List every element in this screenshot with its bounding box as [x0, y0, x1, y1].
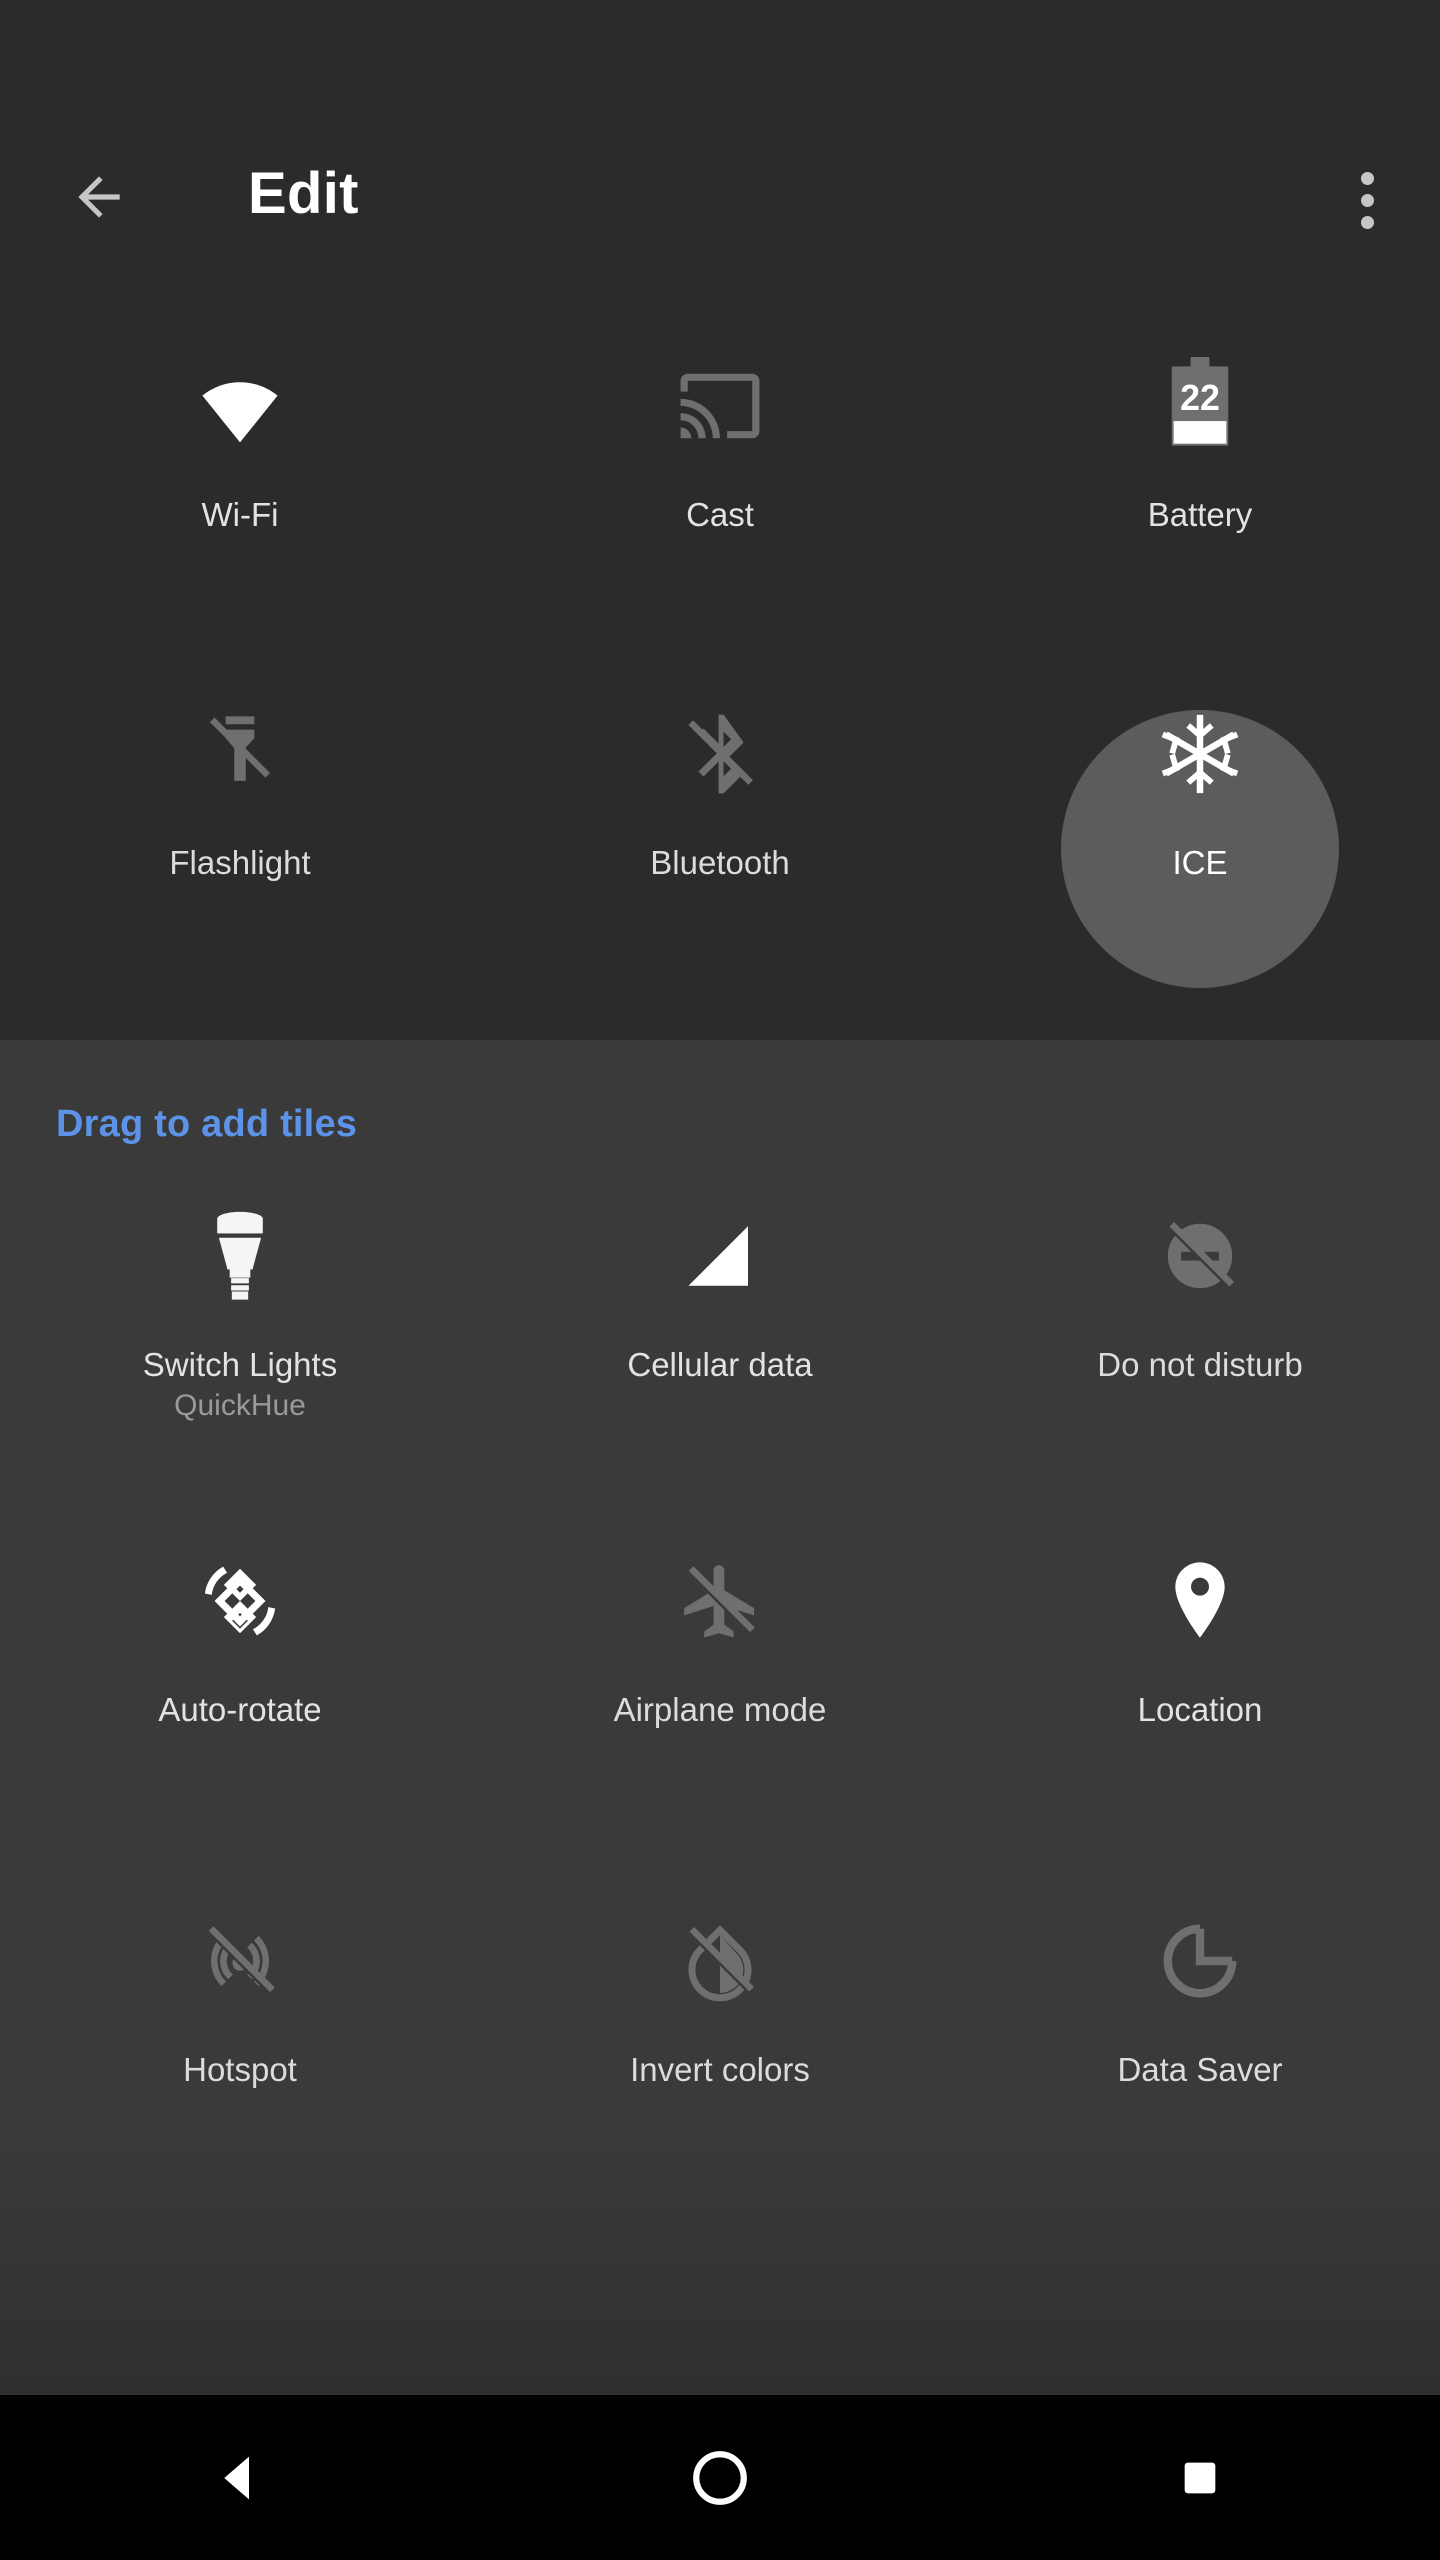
tile-icon-wrapper	[1158, 1905, 1242, 2017]
tile-label: Hotspot	[183, 2051, 297, 2088]
data-saver-icon	[1163, 1924, 1237, 1998]
tile-location[interactable]: Location	[960, 1545, 1440, 1845]
tile-icon-wrapper	[677, 698, 763, 810]
tile-flashlight[interactable]: Flashlight	[0, 698, 480, 998]
airplane-icon	[684, 1565, 755, 1638]
tile-label: Airplane mode	[613, 1691, 827, 1728]
tile-label: Cellular data	[627, 1346, 813, 1383]
tile-label: Flashlight	[169, 844, 311, 881]
location-pin-icon	[1175, 1562, 1225, 1638]
recents-nav-icon	[1184, 2462, 1216, 2493]
flashlight-off-icon	[209, 716, 271, 781]
tile-label: Auto-rotate	[158, 1691, 322, 1728]
drag-to-add-header: Drag to add tiles	[56, 1103, 358, 1145]
quick-settings-edit-screen: Edit Wi-Fi Cast 22 Battery Flashlight Bl…	[0, 0, 1440, 2560]
tile-icon-wrapper	[677, 1545, 763, 1657]
tile-label: Switch Lights	[142, 1346, 338, 1383]
tile-icon-wrapper	[194, 350, 286, 462]
signal-cellular-icon	[688, 1226, 748, 1286]
back-button[interactable]	[54, 152, 144, 242]
more-vert-icon-dot	[1360, 215, 1374, 229]
nav-back-button[interactable]	[0, 2395, 480, 2560]
tile-wifi[interactable]: Wi-Fi	[0, 350, 480, 650]
invert-colors-off-icon	[687, 1925, 754, 2002]
lightbulb-icon	[216, 1211, 264, 1300]
more-vert-icon-dot	[1360, 171, 1374, 185]
bluetooth-disabled-icon	[688, 714, 753, 794]
app-bar: Edit	[0, 0, 1440, 330]
do-not-disturb-off-icon	[1167, 1222, 1234, 1289]
tile-battery[interactable]: 22 Battery	[960, 350, 1440, 650]
tile-cast[interactable]: Cast	[480, 350, 960, 650]
tile-icon-wrapper	[678, 1200, 762, 1312]
tile-airplane-mode[interactable]: Airplane mode	[480, 1545, 960, 1845]
tile-data-saver[interactable]: Data Saver	[960, 1905, 1440, 2205]
arrow-back-icon	[78, 176, 120, 218]
overflow-menu-button[interactable]	[1322, 155, 1412, 245]
tile-icon-wrapper	[1160, 1545, 1240, 1657]
current-tiles-region[interactable]: Wi-Fi Cast 22 Battery Flashlight Bluetoo…	[0, 330, 1440, 1040]
battery-icon: 22	[1171, 357, 1229, 446]
tile-invert-colors[interactable]: Invert colors	[480, 1905, 960, 2205]
tile-icon-wrapper	[197, 1545, 283, 1657]
tile-do-not-disturb[interactable]: Do not disturb	[960, 1200, 1440, 1500]
hotspot-off-icon	[206, 1926, 275, 1995]
page-title: Edit	[248, 161, 359, 226]
tile-icon-wrapper	[197, 698, 283, 810]
nav-recents-button[interactable]	[960, 2395, 1440, 2560]
tile-switch-lights[interactable]: Switch Lights QuickHue	[0, 1200, 480, 1500]
tile-auto-rotate[interactable]: Auto-rotate	[0, 1545, 480, 1845]
tile-icon-wrapper	[1159, 698, 1241, 810]
tile-icon-wrapper: 22	[1160, 350, 1240, 462]
tile-icon-wrapper	[677, 350, 763, 462]
tile-icon-wrapper	[203, 1200, 277, 1312]
tile-label: Invert colors	[630, 2051, 810, 2088]
tile-label: Battery	[1147, 496, 1253, 533]
tile-icon-wrapper	[678, 1905, 762, 2017]
more-vert-icon-dot	[1360, 193, 1374, 207]
screen-rotation-icon	[204, 1566, 276, 1636]
tile-bluetooth[interactable]: Bluetooth	[480, 698, 960, 998]
tile-hotspot[interactable]: Hotspot	[0, 1905, 480, 2205]
tile-label: ICE	[1172, 844, 1228, 881]
tile-label: Bluetooth	[650, 844, 790, 881]
tile-label: Data Saver	[1117, 2051, 1283, 2088]
tile-icon-wrapper	[197, 1905, 283, 2017]
cast-icon	[680, 373, 760, 439]
system-navigation-bar	[0, 2395, 1440, 2560]
nav-home-button[interactable]	[480, 2395, 960, 2560]
tile-label: Wi-Fi	[201, 496, 279, 533]
tile-label: Cast	[686, 496, 754, 533]
tile-label: Do not disturb	[1097, 1346, 1303, 1383]
snowflake-icon	[1161, 714, 1239, 794]
tile-ice[interactable]: ICE	[960, 698, 1440, 998]
battery-level-text: 22	[1180, 378, 1220, 418]
wifi-icon	[202, 382, 278, 443]
tile-icon-wrapper	[1158, 1200, 1242, 1312]
tile-sublabel: QuickHue	[174, 1388, 306, 1422]
tile-label: Location	[1137, 1691, 1263, 1728]
tile-cellular-data[interactable]: Cellular data	[480, 1200, 960, 1500]
back-nav-icon	[224, 2456, 249, 2499]
home-nav-icon	[693, 2450, 747, 2505]
